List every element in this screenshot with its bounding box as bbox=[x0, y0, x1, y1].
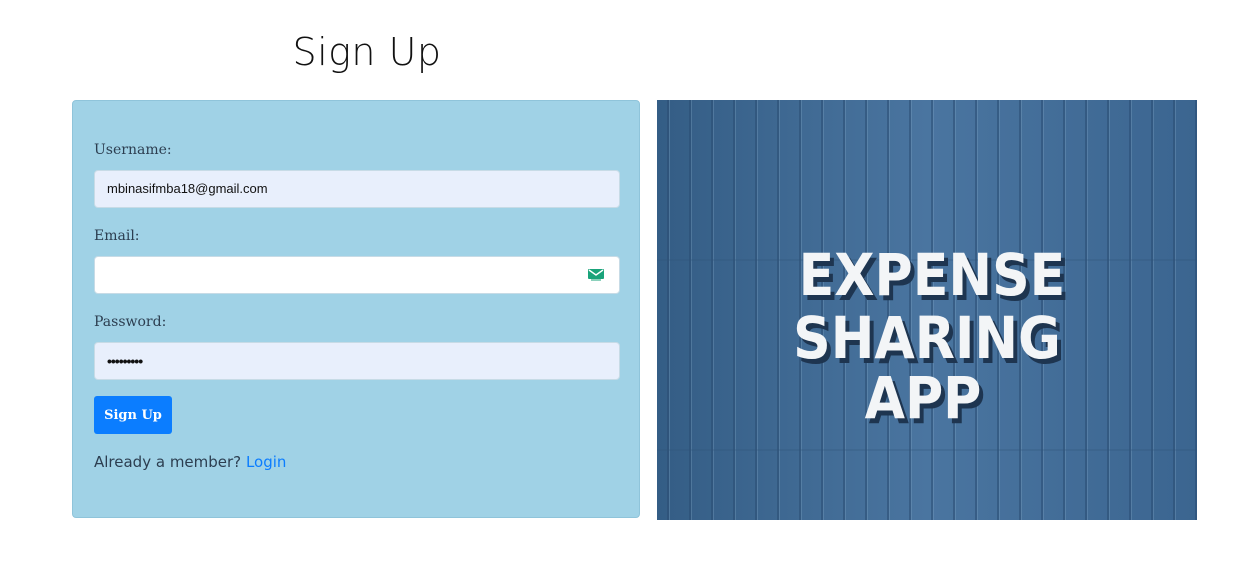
username-label: Username: bbox=[94, 142, 172, 158]
hero-line3: APP bbox=[865, 364, 982, 432]
hero-stripe-highlight bbox=[1109, 100, 1110, 520]
hero-stripe-highlight bbox=[1131, 100, 1132, 520]
signup-button[interactable]: Sign Up bbox=[94, 396, 172, 434]
email-label: Email: bbox=[94, 228, 140, 244]
hero-stripe-highlight bbox=[757, 100, 758, 520]
hero-stripe bbox=[733, 100, 735, 520]
hero-stripe bbox=[711, 100, 713, 520]
hero-stripe bbox=[777, 100, 779, 520]
login-link[interactable]: Login bbox=[246, 453, 286, 471]
hero-banner-image: EXPENSE EXPENSE SHARING SHARING APP APP bbox=[657, 100, 1197, 520]
hero-stripe bbox=[689, 100, 691, 520]
hero-stripe-highlight bbox=[669, 100, 670, 520]
hero-stripe-highlight bbox=[691, 100, 692, 520]
password-input[interactable]: ••••••••• bbox=[94, 342, 620, 380]
envelope-icon[interactable] bbox=[588, 269, 604, 281]
hero-stripe bbox=[1129, 100, 1131, 520]
hero-stripe bbox=[1173, 100, 1175, 520]
hero-stripe-highlight bbox=[1087, 100, 1088, 520]
username-input[interactable]: mbinasifmba18@gmail.com bbox=[94, 170, 620, 208]
hero-line1: EXPENSE bbox=[799, 241, 1066, 309]
password-label: Password: bbox=[94, 314, 167, 330]
page-title: Sign Up bbox=[292, 30, 442, 74]
hero-stripe bbox=[1195, 100, 1197, 520]
hero-line2: SHARING bbox=[793, 304, 1061, 372]
login-prompt: Already a member? Login bbox=[94, 453, 286, 471]
hero-stripe-highlight bbox=[1175, 100, 1176, 520]
signup-page: Sign Up Username: mbinasifmba18@gmail.co… bbox=[0, 0, 1250, 576]
hero-stripe-highlight bbox=[779, 100, 780, 520]
hero-stripe-highlight bbox=[713, 100, 714, 520]
hero-stripe-highlight bbox=[1153, 100, 1154, 520]
hero-stripe bbox=[1107, 100, 1109, 520]
hero-stripe bbox=[1151, 100, 1153, 520]
hero-background: EXPENSE EXPENSE SHARING SHARING APP APP bbox=[657, 100, 1197, 520]
email-input[interactable] bbox=[94, 256, 620, 294]
hero-stripe bbox=[755, 100, 757, 520]
hero-stripe bbox=[1085, 100, 1087, 520]
hero-stripe bbox=[667, 100, 669, 520]
member-prompt-text: Already a member? bbox=[94, 453, 242, 471]
hero-stripe-highlight bbox=[735, 100, 736, 520]
signup-form-card: Username: mbinasifmba18@gmail.com Email:… bbox=[72, 100, 640, 518]
